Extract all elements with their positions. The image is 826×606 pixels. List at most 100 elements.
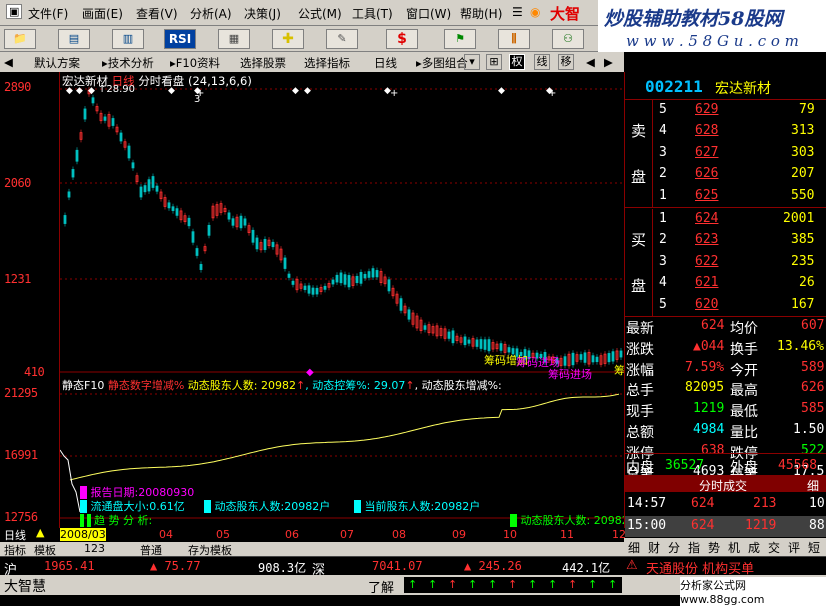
quote-tab[interactable]: 短 (808, 539, 820, 556)
quote-tab[interactable]: 指 (688, 539, 700, 556)
inner-outer-row: 内盘 36527 外盘 45568 (625, 453, 826, 476)
nav-left-arrow-icon[interactable]: ◀ (4, 55, 13, 69)
nav-bar: ◀ 默认方案 ▸技术分析 ▸F10资料 选择股票 选择指标 日线 ▸多图组合 ▾… (0, 52, 624, 72)
buy-book: 买 盘 1 624 2001 2 623 385 3 622 235 4 621 26… (625, 209, 826, 317)
bars-icon[interactable]: ⫼ (498, 29, 530, 49)
price-tick: 1231 (4, 272, 31, 286)
arrow-icon: ↑ (428, 578, 438, 591)
menu-help[interactable]: 帮助(H) (460, 5, 502, 22)
period-label: 日线 (4, 529, 26, 542)
crosshair-toggle-icon[interactable]: ⊞ (486, 54, 502, 70)
open-folder-icon[interactable]: 📁 (4, 29, 36, 49)
date-tick: 10 (503, 528, 517, 541)
period-arrow-icon[interactable]: ▲ (36, 526, 44, 539)
nav-prev-icon[interactable]: ◀ (586, 55, 595, 69)
toggle-move[interactable]: 移 (558, 54, 574, 70)
index2-value: 7041.07 (372, 559, 423, 573)
stock-code: 002211 (645, 77, 703, 96)
lower-tick: 12756 (4, 510, 38, 524)
toggle-line[interactable]: 线 (534, 54, 550, 70)
lower-panel-header: 静态F10 静态数字增减% 动态股东人数: 20982↑, 动态控筹%: 29.… (62, 379, 502, 392)
chart-mode: 分时看盘 (138, 74, 185, 88)
nav-dropdown-icon[interactable]: ▾ (464, 54, 480, 70)
marker-label: 筹码进场 (548, 368, 592, 381)
kline-chart-icon[interactable]: ▥ (112, 29, 144, 49)
nav-f10[interactable]: ▸F10资料 (170, 55, 220, 71)
menu-formula[interactable]: 公式(M) (298, 5, 342, 22)
watermark: 分析家公式网 www.88gg.com (680, 577, 826, 606)
trade-header[interactable]: 分时成交 细 (625, 475, 826, 494)
order-level-row[interactable]: 1 624 2001 (625, 209, 826, 230)
trade-row[interactable]: 15:00 624 1219 88 (625, 516, 826, 537)
holder-count-line (69, 393, 620, 481)
binoculars-icon[interactable]: ⚇ (552, 29, 584, 49)
ruler-icon[interactable]: ✎ (326, 29, 358, 49)
chart-window-icon[interactable]: ▤ (58, 29, 90, 49)
quote-tab[interactable]: 成 (748, 539, 760, 556)
order-level-row[interactable]: 5 629 79 (625, 100, 826, 121)
brand-banner: 炒股辅助教材58股网 w w w . 5 8 G u . c o m (598, 0, 826, 52)
holder-history-line (59, 449, 81, 513)
trade-row[interactable]: 14:57 624 213 10 (625, 494, 826, 515)
order-level-row[interactable]: 2 623 385 (625, 230, 826, 251)
order-level-row[interactable]: 4 628 313 (625, 121, 826, 142)
rsi-button[interactable]: RSI (164, 29, 196, 49)
nav-multi-chart[interactable]: ▸多图组合 (416, 55, 468, 71)
chart-area[interactable]: ◆ ◆ ◆ ◆ ◆ ◆ ◆ ◆ ◆ ◆ + + + ◆ 宏达新材 日线 分时看盘 (24,13,6,6)… (0, 72, 625, 528)
toggle-rights[interactable]: 权 (509, 54, 525, 70)
quote-tab[interactable]: 势 (708, 539, 720, 556)
ticker-label[interactable]: 了解 (368, 577, 394, 596)
menu-decision[interactable]: 决策(J) (244, 5, 281, 22)
arrow-icon: ↑ (568, 578, 578, 591)
quote-tab[interactable]: 评 (788, 539, 800, 556)
order-level-row[interactable]: 1 625 550 (625, 186, 826, 207)
app-logo-text: 大智 (550, 5, 581, 23)
menu-file[interactable]: 文件(F) (28, 5, 68, 22)
grid-icon[interactable]: ▦ (218, 29, 250, 49)
nav-default-scheme[interactable]: 默认方案 (34, 55, 80, 71)
stat-row: 总额 4984 量比 1.50 (626, 422, 825, 441)
quote-tabs: 细财分指势机成交评短 (624, 538, 826, 556)
news-alert-icon[interactable]: ⚠ (626, 558, 638, 573)
quote-tab[interactable]: 机 (728, 539, 740, 556)
peak-price-label: ↑28.90 (98, 84, 136, 95)
app-icon[interactable]: ▣ (6, 4, 23, 19)
tab-123[interactable]: 123 (84, 542, 105, 555)
detail-icon[interactable]: 细 (807, 477, 819, 494)
quote-tab[interactable]: 交 (768, 539, 780, 556)
quote-tab[interactable]: 财 (648, 539, 660, 556)
crosshair-icon[interactable]: ✚ (272, 29, 304, 49)
tab-strip: 指标 模板 123 普通 存为模板 (0, 542, 624, 557)
dzh-logo-icon: ◉ (530, 5, 541, 19)
stat-row: 涨幅 7.59% 今开 589 (626, 359, 825, 379)
quote-tab[interactable]: 分 (668, 539, 680, 556)
order-level-row[interactable]: 5 620 167 (625, 295, 826, 316)
flag-icon[interactable]: ⚑ (444, 29, 476, 49)
nav-next-icon[interactable]: ▶ (604, 55, 613, 69)
menu-view-screen[interactable]: 画面(E) (82, 5, 123, 22)
menu-window[interactable]: 窗口(W) (406, 5, 451, 22)
order-level-row[interactable]: 3 627 303 (625, 143, 826, 164)
signal-marker: ◆ (498, 86, 505, 96)
trend-label: 趋 势 分 析: (80, 512, 152, 528)
banner-title: 炒股辅助教材58股网 (604, 8, 783, 30)
dollar-button[interactable]: $ (386, 29, 418, 49)
order-level-row[interactable]: 2 626 207 (625, 164, 826, 185)
order-level-row[interactable]: 4 621 26 (625, 273, 826, 294)
menu-view[interactable]: 查看(V) (136, 5, 178, 22)
chart-canvas[interactable]: ◆ ◆ ◆ ◆ ◆ ◆ ◆ ◆ ◆ ◆ + + +◆ (0, 72, 624, 528)
menu-analysis[interactable]: 分析(A) (190, 5, 232, 22)
menu-grip-icon[interactable]: ☰ (512, 5, 523, 19)
index1-amount: 908.3亿 (258, 561, 307, 575)
nav-tech-analysis[interactable]: ▸技术分析 (102, 55, 154, 71)
quote-tab[interactable]: 细 (628, 539, 640, 556)
menu-bar: ▣ 文件(F) 画面(E) 查看(V) 分析(A) 决策(J) 公式(M) 工具… (0, 0, 598, 26)
nav-daily[interactable]: 日线 (374, 55, 397, 71)
date-axis: 日线 ▲ 2008/03 04 05 06 07 08 09 10 11 12 (0, 526, 626, 542)
candlesticks (63, 87, 623, 369)
order-level-row[interactable]: 3 622 235 (625, 252, 826, 273)
stat-row: 涨跌 ▲044 换手 13.46% (626, 338, 824, 358)
menu-tools[interactable]: 工具(T) (352, 5, 393, 22)
nav-select-stock[interactable]: 选择股票 (240, 55, 286, 71)
nav-select-indicator[interactable]: 选择指标 (304, 55, 350, 71)
